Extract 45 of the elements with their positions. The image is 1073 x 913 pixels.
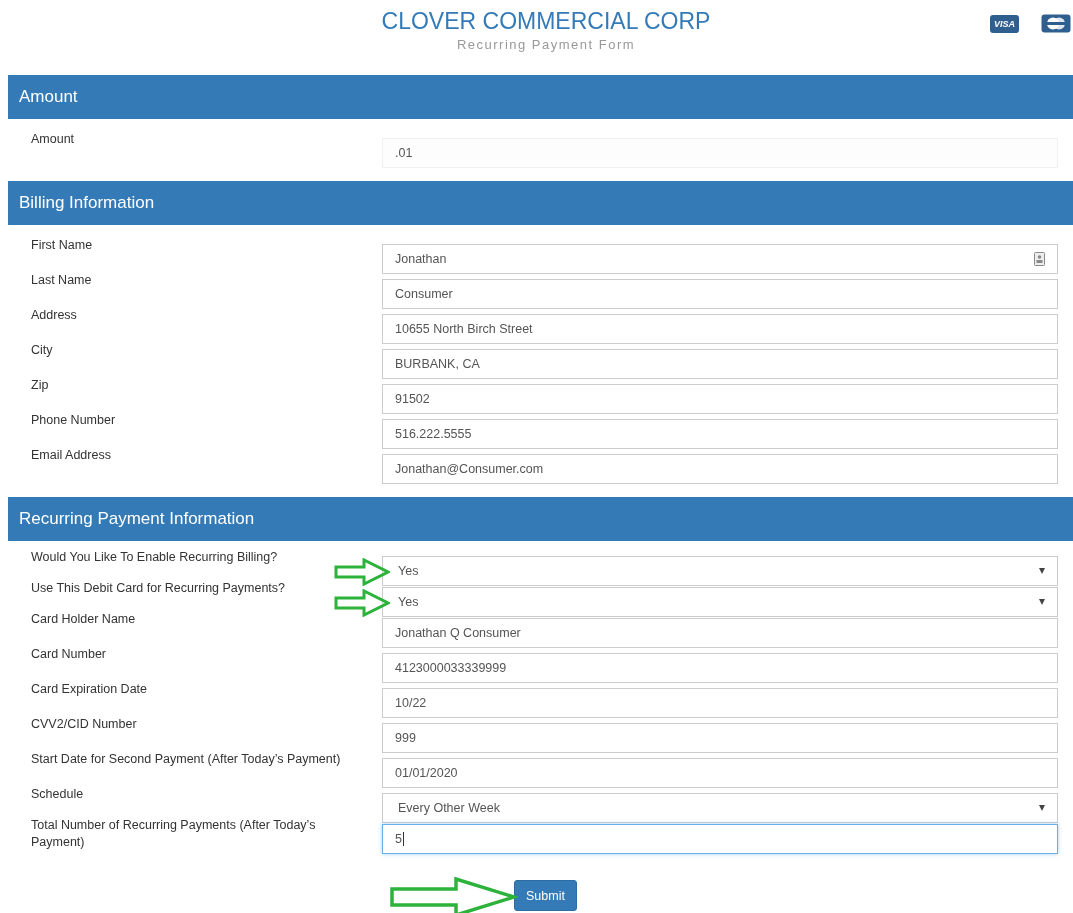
input-field[interactable]: 4123000033339999 (382, 653, 1058, 683)
input-field[interactable]: Jonathan Q Consumer (382, 618, 1058, 648)
input-field[interactable]: Jonathan (382, 244, 1058, 274)
field-label: Email Address (31, 447, 112, 464)
field-label: Total Number of Recurring Payments (After Today’s Payment) (31, 817, 317, 851)
caret-icon (1039, 599, 1045, 605)
text-cursor (402, 832, 404, 846)
field-label: Start Date for Second Payment (After Today’s Payment) (31, 751, 342, 768)
field-label: Card Expiration Date (31, 681, 149, 698)
section-header: Billing Information (8, 181, 1073, 225)
input-field[interactable]: 91502 (382, 384, 1058, 414)
caret-icon (1039, 805, 1045, 811)
select-field[interactable]: Yes (382, 556, 1058, 586)
field-label: Card Holder Name (31, 611, 137, 628)
input-field[interactable]: 10655 North Birch Street (382, 314, 1058, 344)
caret-icon (1039, 568, 1045, 574)
field-label: Use This Debit Card for Recurring Payments? (31, 580, 287, 597)
field-label: City (31, 342, 54, 359)
input-field[interactable]: 01/01/2020 (382, 758, 1058, 788)
field-label: Last Name (31, 272, 93, 289)
input-field[interactable]: BURBANK, CA (382, 349, 1058, 379)
input-field[interactable]: .01 (382, 138, 1058, 168)
field-label: Would You Like To Enable Recurring Billing? (31, 549, 279, 566)
section-header: Amount (8, 75, 1073, 119)
submit-button[interactable]: Submit (514, 880, 577, 911)
input-field[interactable]: 5 (382, 824, 1058, 854)
field-label: Schedule (31, 786, 85, 803)
field-label: Address (31, 307, 78, 324)
field-label: Amount (31, 131, 76, 148)
field-label: Zip (31, 377, 50, 394)
field-label: First Name (31, 237, 94, 254)
field-label: CVV2/CID Number (31, 716, 138, 733)
section-header: Recurring Payment Information (8, 497, 1073, 541)
field-label: Phone Number (31, 412, 117, 429)
input-field[interactable]: 999 (382, 723, 1058, 753)
input-field[interactable]: 10/22 (382, 688, 1058, 718)
input-field[interactable]: 516.222.5555 (382, 419, 1058, 449)
input-field[interactable]: Jonathan@Consumer.com (382, 454, 1058, 484)
input-field[interactable]: Consumer (382, 279, 1058, 309)
select-field[interactable]: Yes (382, 587, 1058, 617)
company-title: CLOVER COMMERCIAL CORP (380, 8, 712, 35)
visa-card-logo: VISA (990, 14, 1019, 33)
form-subtitle: Recurring Payment Form (455, 37, 637, 52)
select-field[interactable]: Every Other Week (382, 793, 1058, 823)
field-label: Card Number (31, 646, 108, 663)
